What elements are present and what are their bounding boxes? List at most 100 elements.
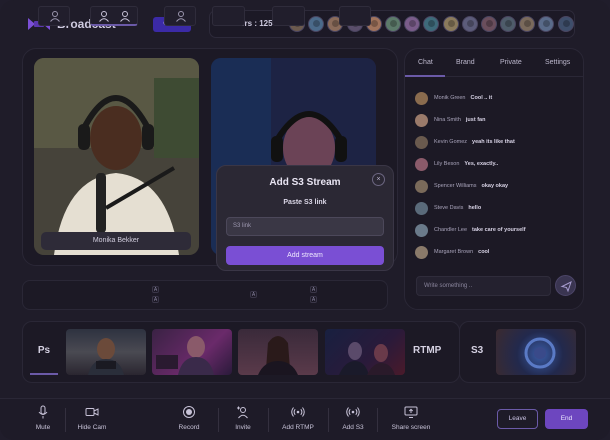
video-camera-icon bbox=[85, 408, 99, 416]
viewer-avatar[interactable] bbox=[461, 16, 478, 32]
tab-brand[interactable]: Brand bbox=[456, 59, 475, 66]
microphone-icon bbox=[38, 405, 48, 419]
chat-text: hello bbox=[468, 205, 482, 211]
layout-option-5[interactable] bbox=[272, 6, 305, 26]
chat-message: Kevin Gomez yeah its like that bbox=[415, 135, 515, 149]
viewer-avatar[interactable] bbox=[557, 16, 574, 32]
hide-cam-button[interactable]: Hide Cam bbox=[73, 405, 111, 435]
chat-text: yeah its like that bbox=[472, 139, 515, 145]
chat-author: Spencer Williams bbox=[434, 183, 477, 189]
source-thumbnail-1[interactable] bbox=[66, 329, 146, 375]
camera-feed-1[interactable] bbox=[34, 58, 199, 255]
add-s3-button[interactable]: Add S3 bbox=[339, 405, 367, 435]
chat-author: Lily Beson bbox=[434, 161, 460, 167]
layout-option-single[interactable] bbox=[38, 6, 70, 26]
share-screen-icon bbox=[404, 406, 418, 418]
close-icon[interactable]: × bbox=[372, 173, 385, 186]
thumbnail-image bbox=[88, 338, 124, 375]
person-icon bbox=[99, 11, 109, 22]
chat-text: okay okay bbox=[481, 183, 509, 189]
s3-link-input[interactable]: S3 link bbox=[226, 217, 384, 236]
avatar bbox=[415, 245, 428, 259]
source-thumbnail-2[interactable] bbox=[152, 329, 232, 375]
add-rtmp-label: Add RTMP bbox=[282, 424, 314, 431]
s3-source-thumbnail[interactable] bbox=[496, 329, 576, 375]
viewer-avatar[interactable] bbox=[519, 16, 536, 32]
viewer-avatar[interactable] bbox=[480, 16, 497, 32]
chat-text: Yes, exactly.. bbox=[464, 161, 499, 167]
avatar bbox=[415, 223, 428, 237]
chat-author: Margaret Brown bbox=[434, 249, 474, 255]
chat-author: Nina Smith bbox=[434, 117, 461, 123]
layout-option-6[interactable] bbox=[339, 6, 371, 26]
person-icon bbox=[50, 11, 60, 22]
mute-button[interactable]: Mute bbox=[30, 405, 56, 435]
viewers-bar: Viewers : 125 bbox=[209, 10, 575, 38]
toolbar-divider bbox=[218, 408, 219, 432]
source-tab-rtmp[interactable]: RTMP bbox=[413, 345, 441, 356]
thumbnail-image bbox=[524, 337, 556, 369]
source-tab-s3[interactable]: S3 bbox=[471, 345, 483, 356]
add-s3-stream-modal: Add S3 Stream × Paste S3 link S3 link Ad… bbox=[216, 165, 394, 271]
chat-text: Cool .. it bbox=[470, 95, 493, 101]
modal-subtitle: Paste S3 link bbox=[283, 199, 327, 206]
viewer-avatar[interactable] bbox=[384, 16, 401, 32]
layout-mini-badge[interactable]: A bbox=[152, 296, 159, 303]
source-thumbnail-3[interactable] bbox=[238, 329, 318, 375]
viewer-avatar[interactable] bbox=[500, 16, 517, 32]
record-label: Record bbox=[178, 424, 200, 431]
avatar bbox=[415, 113, 428, 127]
chat-message: Margaret Brown cool bbox=[415, 245, 489, 259]
tab-private[interactable]: Private bbox=[500, 59, 522, 66]
layout-mini-badge[interactable]: A bbox=[250, 291, 257, 298]
tab-settings[interactable]: Settings bbox=[545, 59, 570, 66]
viewer-avatar[interactable] bbox=[423, 16, 440, 32]
chat-tabs: Chat Brand Private Settings bbox=[405, 49, 583, 77]
avatar bbox=[415, 91, 428, 105]
viewer-avatar[interactable] bbox=[538, 16, 555, 32]
participant-video-1 bbox=[34, 58, 199, 255]
send-icon bbox=[560, 281, 572, 293]
viewer-avatar[interactable] bbox=[308, 16, 325, 32]
layout-mini-badge[interactable]: A bbox=[152, 286, 159, 293]
toolbar-divider bbox=[377, 408, 378, 432]
add-user-icon bbox=[237, 406, 248, 419]
avatar bbox=[415, 179, 428, 193]
add-s3-label: Add S3 bbox=[342, 424, 364, 431]
layout-option-pip[interactable] bbox=[164, 6, 196, 26]
viewer-avatar[interactable] bbox=[442, 16, 459, 32]
end-button[interactable]: End bbox=[545, 409, 588, 429]
broadcast-signal-icon bbox=[291, 407, 305, 417]
chat-message-input[interactable]: Write something .. bbox=[416, 276, 551, 296]
add-rtmp-button[interactable]: Add RTMP bbox=[280, 405, 316, 435]
record-button[interactable]: Record bbox=[175, 405, 203, 435]
thumbnail-image bbox=[156, 336, 214, 375]
chat-panel: Chat Brand Private Settings Monik Green C… bbox=[404, 48, 584, 310]
avatar bbox=[415, 157, 428, 171]
invite-button[interactable]: Invite bbox=[230, 405, 256, 435]
layout-controls bbox=[22, 280, 388, 310]
avatar bbox=[415, 201, 428, 215]
layout-option-duo[interactable] bbox=[90, 6, 138, 26]
chat-author: Steve Davis bbox=[434, 205, 464, 211]
thumbnail-image bbox=[258, 336, 298, 375]
send-button[interactable] bbox=[555, 275, 576, 296]
tab-chat[interactable]: Chat bbox=[418, 59, 433, 66]
share-screen-button[interactable]: Share screen bbox=[388, 405, 434, 435]
chat-author: Monik Green bbox=[434, 95, 466, 101]
leave-button[interactable]: Leave bbox=[497, 409, 538, 429]
participant-name-label: Monika Bekker bbox=[41, 232, 191, 250]
chat-text: just fan bbox=[465, 117, 486, 123]
source-thumbnail-4[interactable] bbox=[325, 329, 405, 375]
source-tab-ps[interactable]: Ps bbox=[30, 329, 58, 375]
layout-mini-badge[interactable]: A bbox=[310, 296, 317, 303]
record-icon bbox=[183, 406, 195, 418]
chat-message: Monik Green Cool .. it bbox=[415, 91, 492, 105]
avatar bbox=[415, 135, 428, 149]
add-stream-button[interactable]: Add stream bbox=[226, 246, 384, 265]
chat-message: Chandler Lee take care of yourself bbox=[415, 223, 526, 237]
layout-option-4[interactable] bbox=[212, 6, 245, 26]
layout-mini-badge[interactable]: A bbox=[310, 286, 317, 293]
viewer-avatar[interactable] bbox=[404, 16, 421, 32]
mute-label: Mute bbox=[35, 424, 51, 431]
